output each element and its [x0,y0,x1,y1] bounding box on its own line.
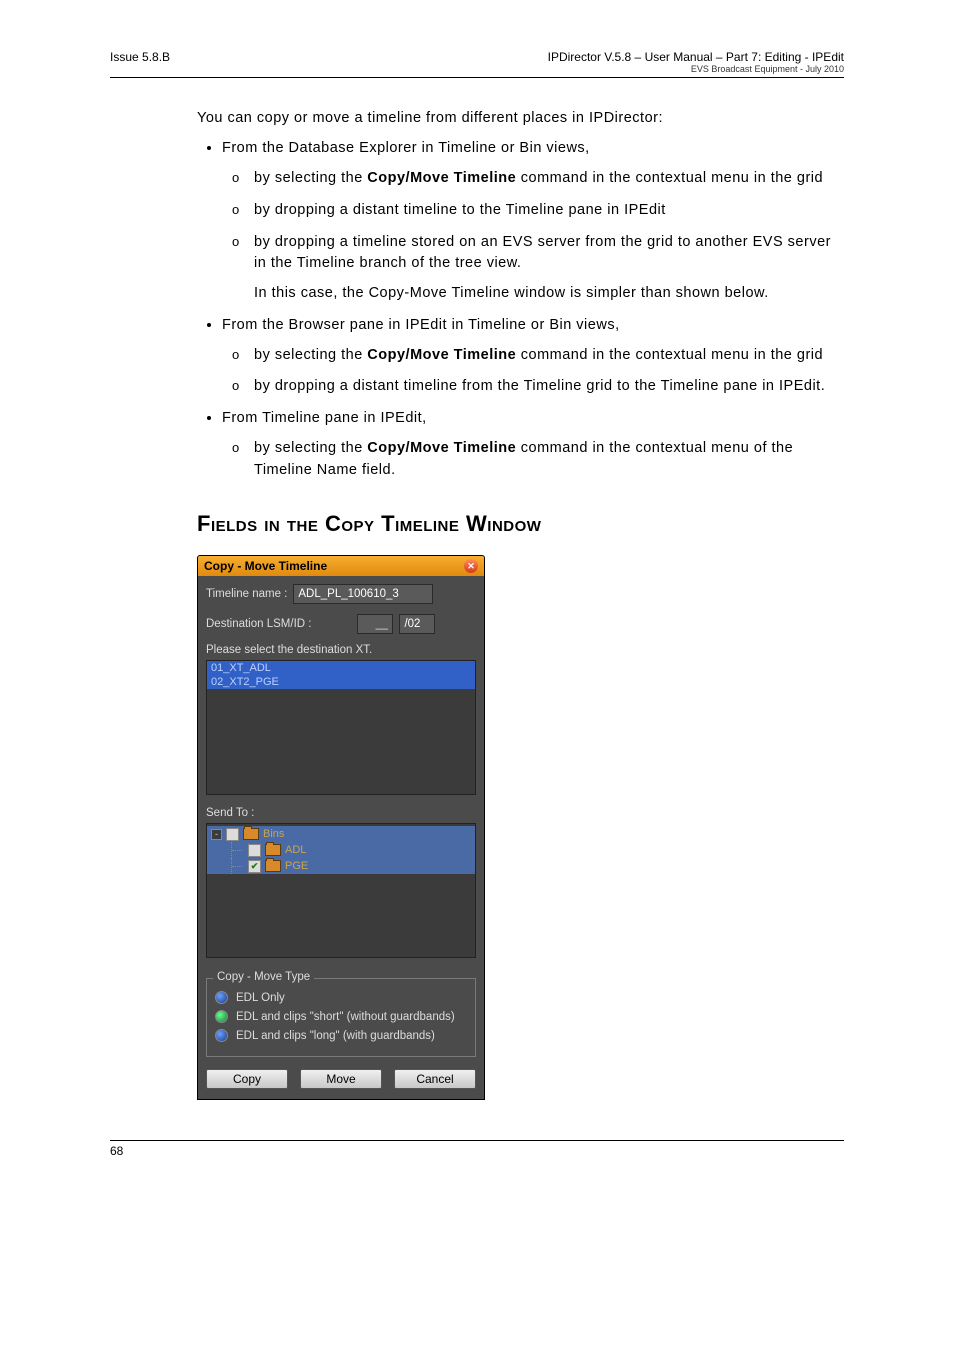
destination-lsm-label: Destination LSM/ID : [206,618,311,630]
cancel-button[interactable]: Cancel [394,1069,476,1089]
collapse-icon[interactable]: - [211,829,222,840]
dialog-titlebar[interactable]: Copy - Move Timeline ✕ [198,556,484,576]
move-button[interactable]: Move [300,1069,382,1089]
folder-icon [243,828,259,840]
tree-branch-icon [231,842,246,858]
bullet-1-sub-3: by dropping a timeline stored on an EVS … [254,232,844,305]
bullet-2-sub-1: by selecting the Copy/Move Timeline comm… [254,345,844,367]
timeline-name-label: Timeline name : [206,588,287,600]
folder-icon [265,860,281,872]
checkbox-adl[interactable] [248,844,261,857]
tree-child-adl[interactable]: ADL [207,842,475,858]
copy-move-type-legend: Copy - Move Type [213,971,314,983]
header-left: Issue 5.8.B [110,50,170,74]
close-icon[interactable]: ✕ [464,559,478,573]
radio-icon[interactable] [215,1029,228,1042]
copy-button[interactable]: Copy [206,1069,288,1089]
section-heading: Fields in the Copy Timeline Window [197,511,844,537]
copy-move-timeline-dialog: Copy - Move Timeline ✕ Timeline name : D… [197,555,485,1100]
dialog-title-text: Copy - Move Timeline [204,559,327,573]
header-right-1: IPDirector V.5.8 – User Manual – Part 7:… [548,50,844,64]
tree-child-pge[interactable]: ✔ PGE [207,858,475,874]
bullet-2-sub-2: by dropping a distant timeline from the … [254,376,844,398]
bullet-1-sub-2: by dropping a distant timeline to the Ti… [254,200,844,222]
bullet-1-sub-1: by selecting the Copy/Move Timeline comm… [254,168,844,190]
radio-edl-clips-long[interactable]: EDL and clips "long" (with guardbands) [215,1029,467,1042]
send-to-label: Send To : [206,807,476,819]
footer-rule [110,1140,844,1141]
destination-lsm-right-input[interactable] [399,614,435,634]
destination-xt-listbox[interactable]: 01_XT_ADL 02_XT2_PGE [206,660,476,795]
checkbox-bins[interactable] [226,828,239,841]
header-right-2: EVS Broadcast Equipment - July 2010 [548,64,844,74]
radio-edl-clips-short[interactable]: EDL and clips "short" (without guardband… [215,1010,467,1023]
page-number: 68 [110,1144,844,1158]
bullet-3-sub-1: by selecting the Copy/Move Timeline comm… [254,438,844,482]
destination-lsm-left-input[interactable] [357,614,393,634]
send-to-tree[interactable]: - Bins ADL ✔ PGE [206,823,476,958]
bullet-3: From Timeline pane in IPEdit, by selecti… [222,408,844,481]
please-select-label: Please select the destination XT. [206,644,476,656]
radio-icon[interactable] [215,991,228,1004]
bullet-2: From the Browser pane in IPEdit in Timel… [222,315,844,398]
folder-icon [265,844,281,856]
list-item[interactable]: 01_XT_ADL [207,661,475,675]
checkbox-pge[interactable]: ✔ [248,860,261,873]
tree-root-bins[interactable]: - Bins [207,826,475,842]
list-item[interactable]: 02_XT2_PGE [207,675,475,689]
header-rule [110,77,844,78]
intro-paragraph: You can copy or move a timeline from dif… [197,108,844,128]
timeline-name-input[interactable] [293,584,433,604]
radio-edl-only[interactable]: EDL Only [215,991,467,1004]
copy-move-type-group: Copy - Move Type EDL Only EDL and clips … [206,978,476,1057]
bullet-1: From the Database Explorer in Timeline o… [222,138,844,305]
tree-branch-icon [231,858,246,874]
radio-icon[interactable] [215,1010,228,1023]
